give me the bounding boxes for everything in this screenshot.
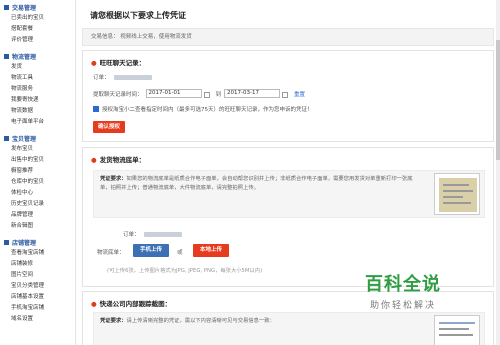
calendar-icon[interactable]	[203, 91, 210, 98]
order-number-redacted	[113, 74, 152, 80]
wangwang-chat-section: ● 旺旺聊天记录： 订单： 提取聊天记录时间： 2017-01-01 到 2017…	[82, 50, 494, 142]
sidebar-group-items: 宝贝管理 发布宝贝 出售中的宝贝 橱窗推荐 仓库中的宝贝 体检中心 历史宝贝记录…	[0, 133, 75, 232]
order-row: 订单：	[93, 73, 152, 81]
sidebar-group-title[interactable]: 交易管理	[0, 2, 75, 13]
sidebar-item[interactable]: 历史宝贝记录	[0, 199, 75, 210]
sidebar-group-shop: 店铺管理 查看淘宝店铺 店铺装修 图片空间 宝贝分类管理 店铺基本设置 手机淘宝…	[0, 237, 75, 325]
upload-hint: (可上传6张，上传图片格式为JPG, JPEG, PNG，每张大小5M以内)	[107, 268, 263, 274]
bullet-icon: ●	[91, 156, 97, 164]
watermark-title: 百科全说	[365, 274, 441, 295]
bullet-icon: ●	[91, 300, 97, 308]
sidebar-group-trade: 交易管理 已卖出的宝贝 搭配套餐 评价管理	[0, 2, 75, 46]
sidebar-item[interactable]: 出售中的宝贝	[0, 155, 75, 166]
sidebar-item[interactable]: 域名设置	[0, 314, 75, 325]
local-upload-button[interactable]: 本地上传	[193, 244, 229, 257]
watermark-subtitle: 助你轻松解决	[369, 301, 436, 311]
date-from-input[interactable]: 2017-01-01	[145, 89, 202, 98]
sidebar-item[interactable]: 已卖出的宝贝	[0, 13, 75, 24]
sidebar-group-logistics: 物流管理 发货 物流工具 物流服务 我要寄快递 物流数据 电子面单平台	[0, 51, 75, 128]
or-text: 或	[177, 250, 183, 256]
requirement-box: 凭证要求：如果您的物流底单是纸质合作电子面单，会自动帮您识别并上传；非纸质合作电…	[93, 170, 485, 218]
sidebar: 交易管理 已卖出的宝贝 搭配套餐 评价管理 物流管理 发货 物流工具 物流服务 …	[0, 0, 76, 345]
square-icon	[4, 54, 9, 59]
scrollbar[interactable]	[496, 0, 500, 345]
date-to-input[interactable]: 2017-03-17	[224, 89, 281, 98]
sidebar-item[interactable]: 评价管理	[0, 35, 75, 46]
sidebar-item[interactable]: 物流数据	[0, 106, 75, 117]
main-content: 请您根据以下要求上传凭证 交易信息： 视频线上交易，使用物流发货 ● 旺旺聊天记录…	[80, 0, 500, 345]
time-range-row: 提取聊天记录时间： 2017-01-01 到 2017-03-17 重置	[93, 89, 305, 98]
confirm-authorize-button[interactable]: 确认授权	[93, 121, 125, 133]
watermark-logo: 百科全说 助你轻松解决	[338, 270, 468, 330]
section-title: ● 发货物流底单：	[91, 156, 146, 164]
square-icon	[4, 136, 9, 141]
sidebar-group-title[interactable]: 物流管理	[0, 51, 75, 62]
sidebar-item[interactable]: 查看淘宝店铺	[0, 248, 75, 259]
sidebar-item[interactable]: 新合辑图	[0, 221, 75, 232]
sidebar-group-title[interactable]: 宝贝管理	[0, 133, 75, 144]
sidebar-item[interactable]: 发布宝贝	[0, 144, 75, 155]
authorize-checkbox[interactable]	[93, 106, 99, 112]
sidebar-item[interactable]: 橱窗推荐	[0, 166, 75, 177]
sidebar-item[interactable]: 物流服务	[0, 84, 75, 95]
calendar-icon[interactable]	[282, 91, 289, 98]
sidebar-item[interactable]: 仓库中的宝贝	[0, 177, 75, 188]
receipt-sample-image	[434, 173, 480, 215]
shipping-receipt-section: ● 发货物流底单： 凭证要求：如果您的物流底单是纸质合作电子面单，会自动帮您识别并…	[82, 147, 494, 287]
order-number-redacted	[143, 231, 182, 237]
square-icon	[4, 5, 9, 10]
requirement-text: 凭证要求：如果您的物流底单是纸质合作电子面单，会自动帮您识别并上传；非纸质合作电…	[100, 176, 413, 191]
sidebar-item[interactable]: 我要寄快递	[0, 95, 75, 106]
scrollbar-thumb[interactable]	[496, 40, 500, 160]
sidebar-item[interactable]: 手机淘宝店铺	[0, 303, 75, 314]
time-label: 提取聊天记录时间：	[93, 91, 143, 98]
section-title: ● 快递公司内部跟踪截图：	[91, 300, 172, 308]
sidebar-item[interactable]: 体检中心	[0, 188, 75, 199]
page-title: 请您根据以下要求上传凭证	[90, 11, 186, 20]
sidebar-group-title[interactable]: 店铺管理	[0, 237, 75, 248]
sidebar-item[interactable]: 搭配套餐	[0, 24, 75, 35]
sidebar-item[interactable]: 电子面单平台	[0, 117, 75, 128]
sidebar-item[interactable]: 品牌管理	[0, 210, 75, 221]
sidebar-item[interactable]: 店铺基本设置	[0, 292, 75, 303]
sidebar-item[interactable]: 店铺装修	[0, 259, 75, 270]
to-label: 到	[215, 91, 222, 98]
authorize-checkbox-row: 授权淘宝小二查看指定时间内（最多可选75天）的旺旺聊天记录，作为您申诉的凭证！	[93, 105, 313, 113]
reset-link[interactable]: 重置	[294, 90, 305, 98]
sidebar-item[interactable]: 发货	[0, 62, 75, 73]
section-title: ● 旺旺聊天记录：	[91, 59, 146, 67]
square-icon	[4, 240, 9, 245]
mobile-upload-button[interactable]: 手机上传	[133, 244, 169, 257]
order-label: 订单：	[93, 75, 110, 81]
order-label: 订单：	[123, 232, 140, 238]
sidebar-item[interactable]: 物流工具	[0, 73, 75, 84]
trade-info-notice: 交易信息： 视频线上交易，使用物流发货	[82, 28, 494, 46]
upload-label: 物流底单：	[97, 250, 125, 256]
sidebar-item[interactable]: 宝贝分类管理	[0, 281, 75, 292]
sidebar-item[interactable]: 图片空间	[0, 270, 75, 281]
order-row: 订单：	[123, 230, 182, 238]
authorize-text: 授权淘宝小二查看指定时间内（最多可选75天）的旺旺聊天记录，作为您申诉的凭证！	[102, 107, 313, 113]
bullet-icon: ●	[91, 59, 97, 67]
